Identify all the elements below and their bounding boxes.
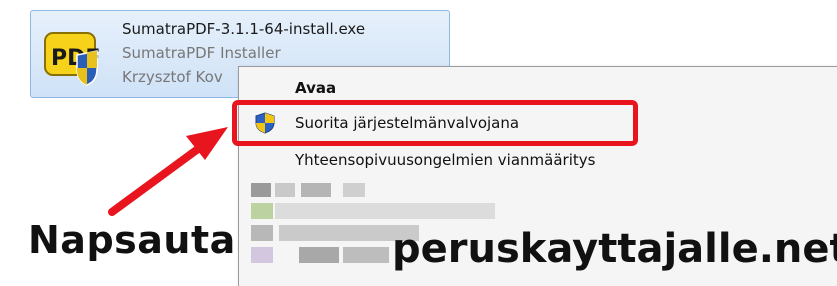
instruction-label: Napsauta <box>28 218 236 262</box>
watermark: peruskayttajalle.net <box>392 226 837 272</box>
